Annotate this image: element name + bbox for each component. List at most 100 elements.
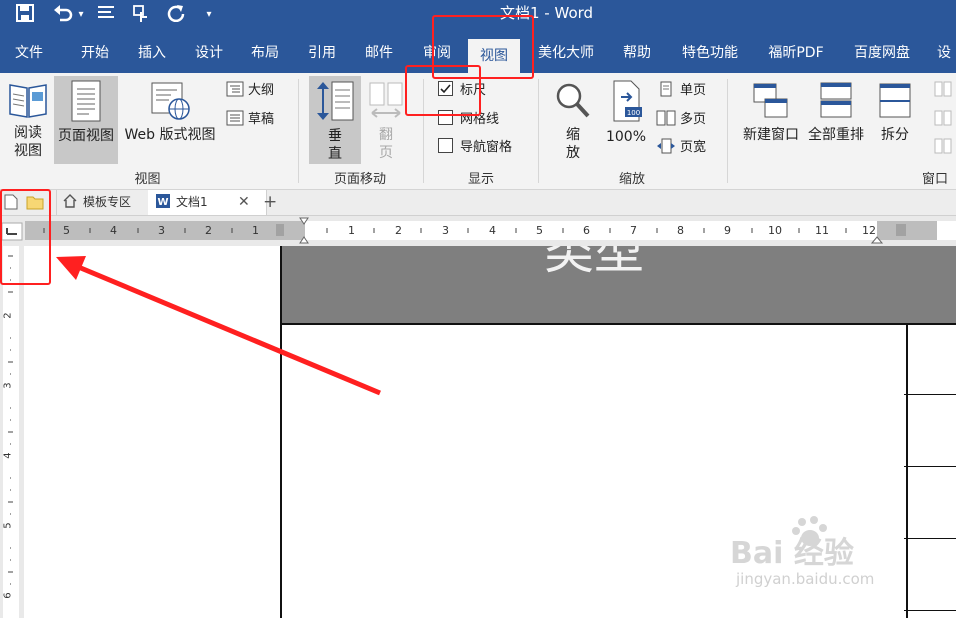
ruler-number: 2 — [205, 224, 212, 237]
svg-text:100: 100 — [627, 109, 640, 117]
touch-mode-icon[interactable] — [130, 4, 152, 26]
split-icon — [879, 83, 911, 118]
ruler-number: 3 — [158, 224, 165, 237]
ruler-number: 11 — [815, 224, 829, 237]
tab-insert[interactable]: 插入 — [127, 33, 177, 73]
window-group-label: 窗口 — [921, 172, 948, 187]
ruler-number: 4 — [489, 224, 496, 237]
zoom-100-button[interactable]: 100 100% — [603, 79, 649, 146]
ruler-number: 9 — [724, 224, 731, 237]
navigation-pane-checkbox[interactable]: 导航窗格 — [438, 138, 512, 157]
side-to-side-button[interactable]: 翻 页 — [364, 81, 408, 162]
table-header-cell[interactable]: 类型 — [280, 246, 908, 325]
views-group-label: 视图 — [134, 172, 161, 187]
ruler-number: 12 — [862, 224, 876, 237]
customize-icon[interactable]: ▾ — [202, 4, 216, 26]
ruler-number: 4 — [110, 224, 117, 237]
group-separator — [298, 79, 299, 183]
tab-help[interactable]: 帮助 — [612, 33, 662, 73]
undo-icon[interactable] — [50, 4, 76, 26]
refresh-icon[interactable] — [165, 4, 187, 26]
tab-special[interactable]: 特色功能 — [672, 33, 748, 73]
zoom-button[interactable]: 缩 放 — [552, 81, 594, 162]
table-row-divider — [904, 538, 956, 539]
watermark-url: jingyan.baidu.com — [736, 570, 875, 588]
horizontal-ruler[interactable]: 5 4 3 2 1 1 2 3 4 5 6 7 8 9 10 11 12 — [0, 216, 956, 246]
table-row-divider — [904, 394, 956, 395]
ruler-number: 10 — [768, 224, 782, 237]
tab-layout[interactable]: 布局 — [240, 33, 290, 73]
close-tab-icon[interactable]: ✕ — [238, 190, 250, 215]
new-window-button[interactable]: 新建窗口 — [738, 81, 804, 144]
outline-icon — [226, 81, 244, 97]
multiple-pages-button[interactable]: 多页 — [656, 110, 706, 129]
one-page-button[interactable]: 单页 — [658, 81, 706, 100]
add-tab-button[interactable]: + — [263, 190, 277, 215]
ruler-number: 7 — [630, 224, 637, 237]
draft-button[interactable]: 草稿 — [226, 110, 274, 129]
tab-template-zone[interactable]: 模板专区 — [56, 190, 154, 215]
ruler-number: 3 — [442, 224, 449, 237]
group-separator — [538, 79, 539, 183]
tab-references[interactable]: 引用 — [297, 33, 347, 73]
tab-home[interactable]: 开始 — [70, 33, 120, 73]
navigation-pane-check-icon[interactable] — [438, 138, 453, 153]
undo-dropdown-icon[interactable]: ▾ — [75, 4, 87, 26]
tab-file[interactable]: 文件 — [0, 33, 58, 73]
print-layout-button[interactable]: 页面视图 — [54, 76, 118, 164]
arrange-all-icon — [820, 82, 852, 118]
tab-design[interactable]: 设计 — [184, 33, 234, 73]
print-layout-icon — [71, 80, 101, 122]
ruler-number: 8 — [677, 224, 684, 237]
read-mode-icon — [9, 84, 47, 118]
tab-document1[interactable]: W 文档1 ✕ — [148, 190, 267, 215]
home-icon — [63, 194, 77, 208]
document-canvas[interactable]: 类型 Bai 经验 jingyan.baidu.com — [24, 246, 956, 618]
page-width-button[interactable]: 页宽 — [656, 138, 706, 157]
save-icon[interactable] — [12, 4, 38, 26]
show-group-label: 显示 — [467, 172, 494, 187]
ruler-number: 4 — [2, 452, 14, 459]
table-header-cell[interactable] — [904, 246, 956, 325]
split-button[interactable]: 拆分 — [872, 81, 918, 144]
table-row-divider — [904, 466, 956, 467]
svg-text:W: W — [157, 197, 168, 208]
multiple-pages-icon — [656, 110, 676, 126]
zoom-group-label: 缩放 — [618, 172, 645, 187]
tab-mailings[interactable]: 邮件 — [354, 33, 404, 73]
web-layout-button[interactable]: Web 版式视图 — [120, 81, 220, 144]
view-side-by-side-icon[interactable] — [934, 81, 952, 103]
reset-window-position-icon[interactable] — [934, 138, 952, 160]
redo-icon[interactable] — [95, 4, 117, 26]
vertical-button[interactable]: 垂 直 — [309, 76, 361, 164]
tab-settings[interactable]: 设 — [932, 33, 956, 73]
ruler-number: 6 — [583, 224, 590, 237]
baidu-paw-icon — [792, 516, 827, 546]
ruler-number: 2 — [395, 224, 402, 237]
new-window-icon — [753, 83, 788, 118]
ruler-number: 5 — [536, 224, 543, 237]
table-header-text: 类型 — [544, 246, 644, 280]
arrange-all-button[interactable]: 全部重排 — [805, 81, 867, 144]
ruler-number: 2 — [2, 312, 14, 319]
highlight-ruler-checkbox — [405, 65, 481, 116]
read-mode-button[interactable]: 阅读 视图 — [4, 79, 52, 160]
ruler-number: 5 — [2, 522, 14, 529]
tab-beautify[interactable]: 美化大师 — [530, 33, 602, 73]
synchronous-scrolling-icon[interactable] — [934, 110, 952, 132]
web-layout-icon — [151, 82, 190, 120]
vertical-icon — [317, 81, 354, 121]
ruler-number: 5 — [63, 224, 70, 237]
vertical-ruler[interactable]: 2 3 4 5 6 — [0, 246, 24, 618]
draft-icon — [226, 110, 244, 126]
tab-baidu-disk[interactable]: 百度网盘 — [844, 33, 920, 73]
table-row-divider — [904, 610, 956, 611]
tab-foxit-pdf[interactable]: 福昕PDF — [758, 33, 834, 73]
ruler-number: 3 — [2, 382, 14, 389]
ruler-number: 1 — [252, 224, 259, 237]
outline-button[interactable]: 大纲 — [226, 81, 274, 100]
page-move-group-label: 页面移动 — [333, 172, 386, 187]
ruler-number: 1 — [348, 224, 355, 237]
page-width-icon — [657, 138, 675, 154]
side-to-side-icon — [369, 82, 403, 118]
